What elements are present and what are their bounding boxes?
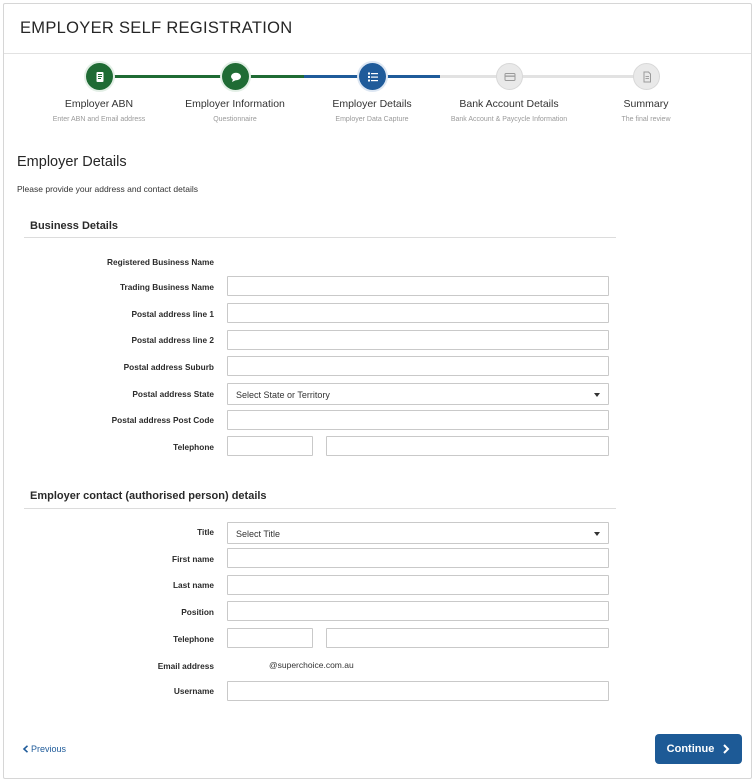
step-sublabel: Enter ABN and Email address [52,116,146,123]
page-title: EMPLOYER SELF REGISTRATION [20,19,293,37]
trading-business-name-label: Trading Business Name [119,282,214,292]
business-telephone-label: Telephone [173,442,214,452]
business-telephone-area-input[interactable] [227,436,313,456]
registered-business-name-label: Registered Business Name [107,257,214,267]
state-select-value: Select State or Territory [236,390,330,400]
step-sublabel: Employer Data Capture [335,116,409,123]
step-circle [633,63,660,90]
title-select-value: Select Title [236,529,281,539]
username-label: Username [173,686,214,696]
caret-down-icon [594,532,600,536]
email-domain-text: @superchoice.com.au [269,660,354,670]
first-name-input[interactable] [227,548,609,568]
list-icon [367,72,378,81]
postal-address-line1-label: Postal address line 1 [131,309,214,319]
contact-details-heading: Employer contact (authorised person) det… [30,490,267,502]
trading-business-name-input[interactable] [227,276,609,296]
step-label: Employer Details [332,98,412,110]
step-label: Summary [623,98,669,110]
postal-address-line2-label: Postal address line 2 [131,335,214,345]
step-circle [86,63,113,90]
postal-address-suburb-input[interactable] [227,356,609,376]
page-header: EMPLOYER SELF REGISTRATION [4,4,751,54]
postal-address-postcode-input[interactable] [227,410,609,430]
step-circle [359,63,386,90]
registration-panel: EMPLOYER SELF REGISTRATION Employer ABN … [3,3,752,779]
contact-telephone-number-input[interactable] [326,628,609,648]
file-icon [643,71,651,82]
username-input[interactable] [227,681,609,701]
position-label: Position [181,607,214,617]
contact-title-label: Title [197,527,214,537]
divider [24,237,616,238]
step-label: Employer Information [185,98,285,110]
contact-telephone-label: Telephone [173,634,214,644]
step-sublabel: The final review [621,116,671,123]
email-address-label: Email address [157,661,214,671]
postal-address-line1-input[interactable] [227,303,609,323]
last-name-label: Last name [172,580,214,590]
wizard-connector-done-1 [99,75,234,78]
step-label: Bank Account Details [459,98,559,110]
step-label: Employer ABN [64,98,134,110]
caret-down-icon [594,393,600,397]
step-circle [222,63,249,90]
divider [24,508,616,509]
contact-telephone-area-input[interactable] [227,628,313,648]
last-name-input[interactable] [227,575,609,595]
continue-button[interactable]: Continue [655,734,742,764]
step-sublabel: Bank Account & Paycycle Information [450,116,568,123]
step-circle [496,63,523,90]
position-input[interactable] [227,601,609,621]
wizard-connector-future [440,75,645,78]
postal-address-state-select[interactable]: Select State or Territory [227,383,609,405]
continue-label: Continue [666,743,715,755]
section-title: Employer Details [17,154,127,170]
postal-address-line2-input[interactable] [227,330,609,350]
postal-address-state-label: Postal address State [132,389,214,399]
document-icon [96,71,103,82]
postal-address-suburb-label: Postal address Suburb [123,362,214,372]
card-icon [504,72,515,81]
previous-label: Previous [31,744,67,754]
step-sublabel: Questionnaire [213,116,257,123]
contact-title-select[interactable]: Select Title [227,522,609,544]
section-description: Please provide your address and contact … [17,184,198,194]
business-details-heading: Business Details [30,220,119,232]
first-name-label: First name [172,554,214,564]
chat-icon [230,72,241,82]
progress-wizard: Employer ABN Enter ABN and Email address… [4,54,751,144]
previous-link[interactable]: Previous [22,744,66,754]
postal-address-postcode-label: Postal address Post Code [111,415,214,425]
chevron-right-icon [723,744,730,754]
business-telephone-number-input[interactable] [326,436,609,456]
chevron-left-icon [22,745,29,753]
